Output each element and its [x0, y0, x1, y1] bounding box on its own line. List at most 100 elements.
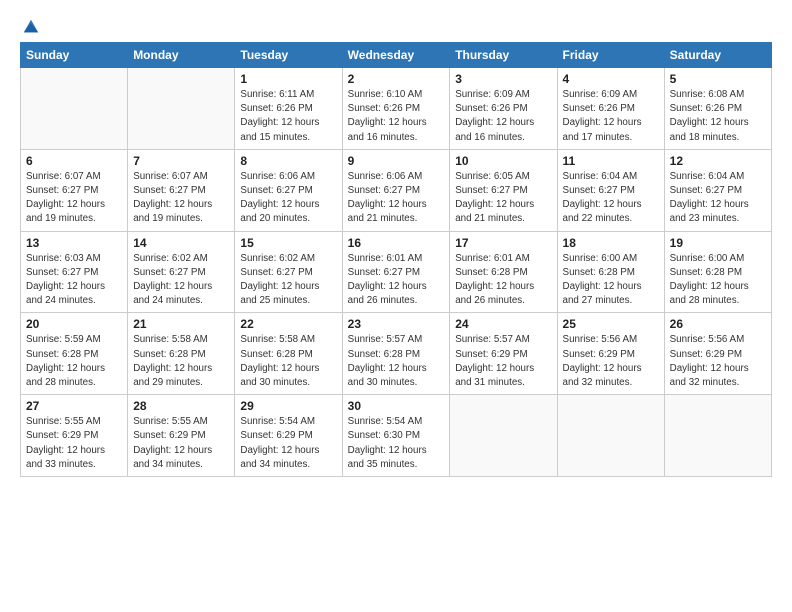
calendar-week-row-4: 20Sunrise: 5:59 AMSunset: 6:28 PMDayligh…	[21, 313, 772, 395]
calendar-cell-week4-day6: 26 Sunrise: 5:56 AMSunset: 6:29 PMDayligh…	[664, 313, 771, 395]
day-number: 29	[240, 399, 336, 413]
calendar-cell-week1-day3: 2 Sunrise: 6:10 AMSunset: 6:26 PMDaylight…	[342, 68, 450, 150]
calendar-table: SundayMondayTuesdayWednesdayThursdayFrid…	[20, 42, 772, 477]
calendar-cell-week3-day3: 16 Sunrise: 6:01 AMSunset: 6:27 PMDayligh…	[342, 231, 450, 313]
day-info: Sunrise: 6:08 AMSunset: 6:26 PMDaylight:…	[670, 88, 766, 145]
day-info: Sunrise: 6:09 AMSunset: 6:26 PMDaylight:…	[563, 88, 659, 145]
day-info: Sunrise: 6:03 AMSunset: 6:27 PMDaylight:…	[26, 252, 122, 309]
page: SundayMondayTuesdayWednesdayThursdayFrid…	[0, 0, 792, 612]
day-number: 7	[133, 154, 229, 168]
day-number: 1	[240, 72, 336, 86]
weekday-header-wednesday: Wednesday	[342, 43, 450, 68]
calendar-week-row-1: 1 Sunrise: 6:11 AMSunset: 6:26 PMDaylight…	[21, 68, 772, 150]
calendar-cell-week1-day6: 5 Sunrise: 6:08 AMSunset: 6:26 PMDaylight…	[664, 68, 771, 150]
day-number: 11	[563, 154, 659, 168]
header	[20, 18, 772, 32]
day-number: 27	[26, 399, 122, 413]
day-info: Sunrise: 6:02 AMSunset: 6:27 PMDaylight:…	[240, 252, 336, 309]
day-number: 8	[240, 154, 336, 168]
weekday-header-thursday: Thursday	[450, 43, 557, 68]
day-info: Sunrise: 6:01 AMSunset: 6:28 PMDaylight:…	[455, 252, 551, 309]
day-info: Sunrise: 5:55 AMSunset: 6:29 PMDaylight:…	[26, 415, 122, 472]
calendar-cell-week1-day0	[21, 68, 128, 150]
calendar-cell-week2-day3: 9 Sunrise: 6:06 AMSunset: 6:27 PMDaylight…	[342, 149, 450, 231]
calendar-week-row-3: 13 Sunrise: 6:03 AMSunset: 6:27 PMDayligh…	[21, 231, 772, 313]
day-info: Sunrise: 6:06 AMSunset: 6:27 PMDaylight:…	[240, 170, 336, 227]
calendar-cell-week3-day5: 18 Sunrise: 6:00 AMSunset: 6:28 PMDayligh…	[557, 231, 664, 313]
day-number: 28	[133, 399, 229, 413]
calendar-cell-week1-day1	[128, 68, 235, 150]
day-number: 17	[455, 236, 551, 250]
day-info: Sunrise: 6:05 AMSunset: 6:27 PMDaylight:…	[455, 170, 551, 227]
day-number: 22	[240, 317, 336, 331]
day-info: Sunrise: 5:54 AMSunset: 6:29 PMDaylight:…	[240, 415, 336, 472]
calendar-cell-week2-day4: 10Sunrise: 6:05 AMSunset: 6:27 PMDayligh…	[450, 149, 557, 231]
day-number: 30	[348, 399, 445, 413]
day-info: Sunrise: 5:58 AMSunset: 6:28 PMDaylight:…	[133, 333, 229, 390]
weekday-header-friday: Friday	[557, 43, 664, 68]
calendar-cell-week2-day0: 6 Sunrise: 6:07 AMSunset: 6:27 PMDaylight…	[21, 149, 128, 231]
day-info: Sunrise: 5:58 AMSunset: 6:28 PMDaylight:…	[240, 333, 336, 390]
day-info: Sunrise: 5:57 AMSunset: 6:28 PMDaylight:…	[348, 333, 445, 390]
weekday-header-sunday: Sunday	[21, 43, 128, 68]
calendar-cell-week4-day2: 22 Sunrise: 5:58 AMSunset: 6:28 PMDayligh…	[235, 313, 342, 395]
calendar-cell-week3-day1: 14Sunrise: 6:02 AMSunset: 6:27 PMDayligh…	[128, 231, 235, 313]
day-info: Sunrise: 6:07 AMSunset: 6:27 PMDaylight:…	[133, 170, 229, 227]
calendar-week-row-5: 27 Sunrise: 5:55 AMSunset: 6:29 PMDayligh…	[21, 395, 772, 477]
calendar-week-row-2: 6 Sunrise: 6:07 AMSunset: 6:27 PMDaylight…	[21, 149, 772, 231]
calendar-cell-week3-day0: 13 Sunrise: 6:03 AMSunset: 6:27 PMDayligh…	[21, 231, 128, 313]
day-number: 15	[240, 236, 336, 250]
calendar-cell-week3-day6: 19 Sunrise: 6:00 AMSunset: 6:28 PMDayligh…	[664, 231, 771, 313]
calendar-cell-week1-day5: 4 Sunrise: 6:09 AMSunset: 6:26 PMDaylight…	[557, 68, 664, 150]
calendar-cell-week4-day1: 21 Sunrise: 5:58 AMSunset: 6:28 PMDayligh…	[128, 313, 235, 395]
day-info: Sunrise: 5:56 AMSunset: 6:29 PMDaylight:…	[670, 333, 766, 390]
calendar-cell-week2-day2: 8 Sunrise: 6:06 AMSunset: 6:27 PMDaylight…	[235, 149, 342, 231]
day-number: 5	[670, 72, 766, 86]
day-number: 12	[670, 154, 766, 168]
day-number: 9	[348, 154, 445, 168]
weekday-header-tuesday: Tuesday	[235, 43, 342, 68]
day-info: Sunrise: 6:10 AMSunset: 6:26 PMDaylight:…	[348, 88, 445, 145]
calendar-cell-week1-day2: 1 Sunrise: 6:11 AMSunset: 6:26 PMDaylight…	[235, 68, 342, 150]
calendar-cell-week4-day4: 24Sunrise: 5:57 AMSunset: 6:29 PMDayligh…	[450, 313, 557, 395]
day-info: Sunrise: 5:59 AMSunset: 6:28 PMDaylight:…	[26, 333, 122, 390]
calendar-cell-week5-day0: 27 Sunrise: 5:55 AMSunset: 6:29 PMDayligh…	[21, 395, 128, 477]
day-number: 18	[563, 236, 659, 250]
day-info: Sunrise: 6:00 AMSunset: 6:28 PMDaylight:…	[670, 252, 766, 309]
day-number: 26	[670, 317, 766, 331]
day-number: 6	[26, 154, 122, 168]
day-number: 13	[26, 236, 122, 250]
day-number: 2	[348, 72, 445, 86]
day-info: Sunrise: 6:02 AMSunset: 6:27 PMDaylight:…	[133, 252, 229, 309]
day-info: Sunrise: 6:11 AMSunset: 6:26 PMDaylight:…	[240, 88, 336, 145]
day-info: Sunrise: 6:01 AMSunset: 6:27 PMDaylight:…	[348, 252, 445, 309]
day-number: 16	[348, 236, 445, 250]
calendar-header-row: SundayMondayTuesdayWednesdayThursdayFrid…	[21, 43, 772, 68]
day-number: 4	[563, 72, 659, 86]
weekday-header-monday: Monday	[128, 43, 235, 68]
calendar-cell-week5-day3: 30Sunrise: 5:54 AMSunset: 6:30 PMDayligh…	[342, 395, 450, 477]
day-number: 19	[670, 236, 766, 250]
day-info: Sunrise: 6:07 AMSunset: 6:27 PMDaylight:…	[26, 170, 122, 227]
day-info: Sunrise: 6:00 AMSunset: 6:28 PMDaylight:…	[563, 252, 659, 309]
calendar-cell-week5-day2: 29 Sunrise: 5:54 AMSunset: 6:29 PMDayligh…	[235, 395, 342, 477]
day-number: 24	[455, 317, 551, 331]
day-info: Sunrise: 6:04 AMSunset: 6:27 PMDaylight:…	[670, 170, 766, 227]
day-number: 23	[348, 317, 445, 331]
day-info: Sunrise: 5:55 AMSunset: 6:29 PMDaylight:…	[133, 415, 229, 472]
day-info: Sunrise: 6:06 AMSunset: 6:27 PMDaylight:…	[348, 170, 445, 227]
calendar-cell-week4-day5: 25 Sunrise: 5:56 AMSunset: 6:29 PMDayligh…	[557, 313, 664, 395]
calendar-cell-week2-day6: 12 Sunrise: 6:04 AMSunset: 6:27 PMDayligh…	[664, 149, 771, 231]
day-number: 21	[133, 317, 229, 331]
calendar-cell-week5-day1: 28 Sunrise: 5:55 AMSunset: 6:29 PMDayligh…	[128, 395, 235, 477]
logo	[20, 18, 40, 32]
day-info: Sunrise: 6:09 AMSunset: 6:26 PMDaylight:…	[455, 88, 551, 145]
calendar-cell-week2-day5: 11 Sunrise: 6:04 AMSunset: 6:27 PMDayligh…	[557, 149, 664, 231]
day-info: Sunrise: 5:56 AMSunset: 6:29 PMDaylight:…	[563, 333, 659, 390]
calendar-cell-week1-day4: 3Sunrise: 6:09 AMSunset: 6:26 PMDaylight…	[450, 68, 557, 150]
calendar-cell-week5-day4	[450, 395, 557, 477]
calendar-cell-week3-day2: 15 Sunrise: 6:02 AMSunset: 6:27 PMDayligh…	[235, 231, 342, 313]
calendar-cell-week5-day6	[664, 395, 771, 477]
day-number: 25	[563, 317, 659, 331]
day-info: Sunrise: 6:04 AMSunset: 6:27 PMDaylight:…	[563, 170, 659, 227]
